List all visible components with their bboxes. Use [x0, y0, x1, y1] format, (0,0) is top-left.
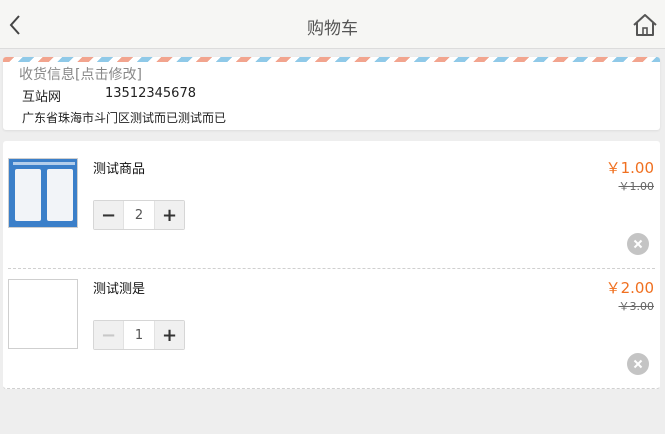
page-title: 购物车 [307, 19, 358, 39]
product-original-price: ￥1.00 [618, 180, 655, 193]
address-edit-label[interactable]: 收货信息[点击修改] [19, 64, 142, 84]
quantity-stepper: − 1 + [93, 320, 185, 350]
product-image [9, 159, 77, 227]
product-price: ￥1.00 [605, 159, 654, 177]
shipping-address-card[interactable]: 收货信息[点击修改] 互站网 13512345678 广东省珠海市斗门区测试而已… [3, 57, 660, 130]
home-icon [633, 14, 657, 36]
product-original-price: ￥3.00 [618, 300, 655, 313]
envelope-stripe [3, 57, 660, 62]
remove-item-button[interactable] [627, 353, 649, 375]
quantity-stepper: − 2 + [93, 200, 185, 230]
quantity-value[interactable]: 1 [123, 321, 155, 349]
remove-item-button[interactable] [627, 233, 649, 255]
cart-list: 测试商品 ￥1.00 ￥1.00 − 2 + 测试测是 ￥2.00 ￥3.00 … [3, 141, 660, 389]
increase-quantity-button[interactable]: + [155, 201, 184, 229]
product-thumbnail[interactable] [8, 158, 78, 228]
decrease-quantity-button[interactable]: − [94, 201, 123, 229]
product-price: ￥2.00 [605, 279, 654, 297]
product-thumbnail[interactable] [8, 279, 78, 349]
product-name[interactable]: 测试测是 [93, 278, 145, 297]
decrease-quantity-button[interactable]: − [94, 321, 123, 349]
top-nav-bar: 购物车 [0, 0, 665, 49]
recipient-address: 广东省珠海市斗门区测试而已测试而已 [22, 111, 227, 125]
cart-item: 测试商品 ￥1.00 ￥1.00 − 2 + [3, 141, 660, 261]
product-name[interactable]: 测试商品 [93, 158, 145, 177]
recipient-phone: 13512345678 [105, 86, 196, 101]
increase-quantity-button[interactable]: + [155, 321, 184, 349]
recipient-name: 互站网 [22, 90, 62, 105]
home-button[interactable] [632, 12, 658, 38]
close-icon [633, 239, 643, 249]
quantity-value[interactable]: 2 [123, 201, 155, 229]
cart-item: 测试测是 ￥2.00 ￥3.00 − 1 + [3, 261, 660, 381]
close-icon [633, 359, 643, 369]
